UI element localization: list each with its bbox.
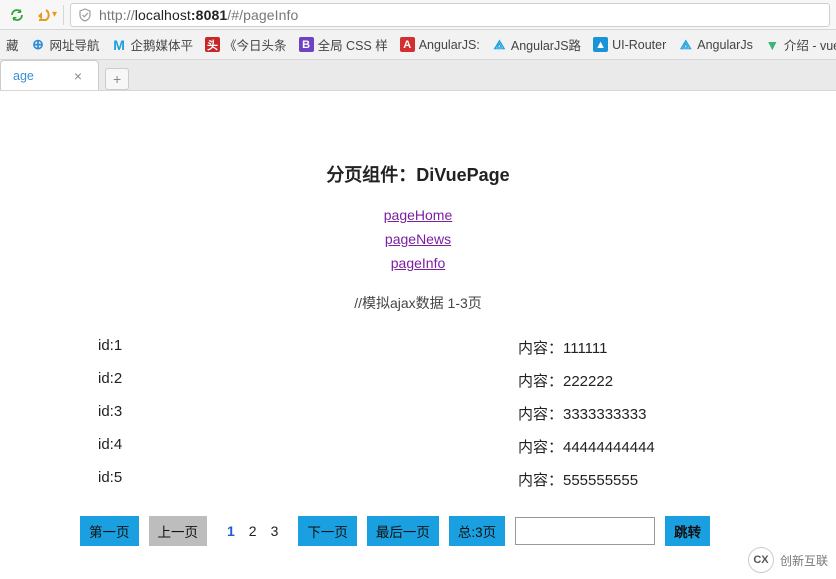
page-numbers: 1 2 3 (217, 523, 288, 539)
jump-button[interactable]: 跳转 (665, 516, 710, 546)
pager: 第一页 上一页 1 2 3 下一页 最后一页 总:3页 跳转 (80, 516, 796, 546)
bookmark-ang2[interactable]: ⟁AngularJS路 (492, 35, 581, 54)
globe-icon: ⊕ (31, 37, 46, 52)
angular-alt2-icon: ⟁ (678, 37, 693, 52)
bookmark-ui[interactable]: ▲UI-Router (593, 37, 666, 52)
back-icon[interactable] (32, 4, 54, 26)
bookmark-ang1[interactable]: AAngularJS: (400, 37, 480, 52)
last-page-button[interactable]: 最后一页 (367, 516, 439, 546)
tab-active[interactable]: age × (0, 60, 99, 90)
toutiao-icon: 头 (205, 37, 220, 52)
watermark: CX 创新互联 (744, 545, 832, 575)
list-item: id:1内容：111111 (98, 331, 738, 364)
bookmark-nav[interactable]: ⊕网址导航 (31, 35, 100, 54)
bookmark-vue[interactable]: ▼介绍 - vue (765, 35, 836, 54)
close-icon[interactable]: × (74, 68, 82, 84)
page-number-2[interactable]: 2 (249, 523, 257, 539)
m-icon: M (112, 37, 127, 52)
bookmarks-bar: 藏 ⊕网址导航 M企鹅媒体平 头《今日头条 B全局 CSS 样 AAngular… (0, 30, 836, 60)
ui-router-icon: ▲ (593, 37, 608, 52)
link-pagehome[interactable]: pageHome (384, 207, 453, 223)
bookmark-toutiao[interactable]: 头《今日头条 (205, 35, 287, 54)
tab-label: age (13, 69, 34, 83)
bookmark-qie[interactable]: M企鹅媒体平 (112, 35, 194, 54)
back-dropdown-icon[interactable]: ▾ (52, 9, 57, 20)
page-number-3[interactable]: 3 (271, 523, 279, 539)
prev-page-button[interactable]: 上一页 (149, 516, 208, 546)
jump-input[interactable] (515, 517, 655, 545)
watermark-logo-icon: CX (748, 547, 774, 573)
shield-icon (75, 5, 95, 25)
bookmark-ang3[interactable]: ⟁AngularJs (678, 37, 753, 52)
bookmark-css[interactable]: B全局 CSS 样 (299, 35, 388, 54)
list-item: id:2内容：222222 (98, 364, 738, 397)
bookmark-fav[interactable]: 藏 (6, 35, 19, 54)
watermark-text: 创新互联 (780, 552, 828, 569)
info-line: //模拟ajax数据 1-3页 (40, 293, 796, 313)
tab-bar: age × + (0, 60, 836, 91)
browser-toolbar: ▾ http://localhost:8081/#/pageInfo (0, 0, 836, 30)
data-list: id:1内容：111111 id:2内容：222222 id:3内容：33333… (98, 331, 738, 496)
url-text: http://localhost:8081/#/pageInfo (99, 7, 825, 23)
angular-icon: A (400, 37, 415, 52)
total-pages-badge: 总:3页 (449, 516, 505, 546)
link-pagenews[interactable]: pageNews (385, 231, 451, 247)
link-pageinfo[interactable]: pageInfo (391, 255, 446, 271)
new-tab-button[interactable]: + (105, 68, 129, 90)
angular-alt-icon: ⟁ (492, 37, 507, 52)
reload-icon[interactable] (6, 4, 28, 26)
page-title: 分页组件：DiVuePage (40, 161, 796, 187)
address-bar[interactable]: http://localhost:8081/#/pageInfo (70, 3, 830, 27)
first-page-button[interactable]: 第一页 (80, 516, 139, 546)
next-page-button[interactable]: 下一页 (298, 516, 357, 546)
link-stack: pageHome pageNews pageInfo (40, 207, 796, 271)
vue-icon: ▼ (765, 37, 780, 52)
page-number-1[interactable]: 1 (227, 523, 235, 539)
list-item: id:3内容：3333333333 (98, 397, 738, 430)
page-content: 分页组件：DiVuePage pageHome pageNews pageInf… (0, 91, 836, 546)
list-item: id:5内容：555555555 (98, 463, 738, 496)
list-item: id:4内容：44444444444 (98, 430, 738, 463)
bootstrap-icon: B (299, 37, 314, 52)
